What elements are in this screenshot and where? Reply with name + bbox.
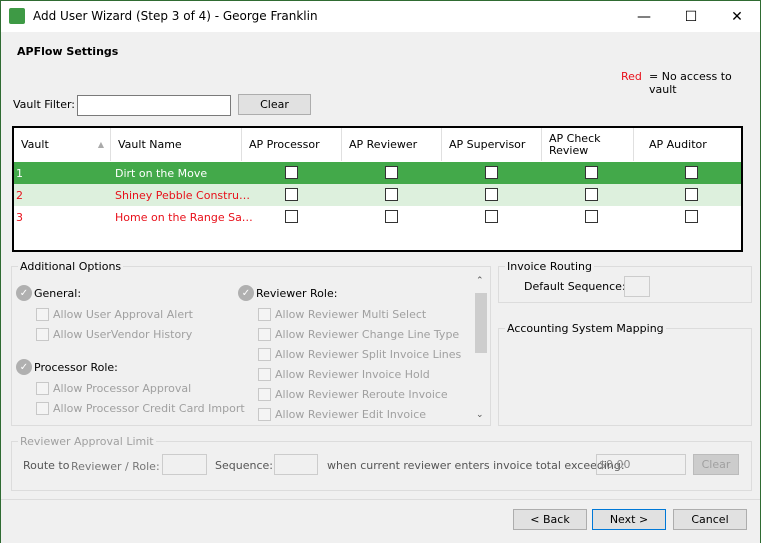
vault-name: Dirt on the Move xyxy=(115,166,208,180)
option-label: Allow Reviewer Split Invoice Lines xyxy=(275,348,462,361)
cancel-button[interactable]: Cancel xyxy=(673,509,747,530)
option-label: Allow Reviewer Multi Select xyxy=(275,308,427,321)
title-bar: Add User Wizard (Step 3 of 4) - George F… xyxy=(1,1,760,32)
option-checkbox[interactable] xyxy=(258,308,271,321)
option-checkbox[interactable] xyxy=(36,308,49,321)
sequence-input[interactable] xyxy=(274,454,318,475)
ap-reviewer-checkbox[interactable] xyxy=(385,210,398,223)
sort-ascending-icon: ▲ xyxy=(97,139,104,149)
option-label: Allow Reviewer Invoice Hold xyxy=(275,368,430,381)
scroll-up-icon[interactable]: ⌃ xyxy=(476,276,484,286)
default-sequence-label: Default Sequence: xyxy=(524,280,626,293)
option-label: Allow Processor Credit Card Import xyxy=(53,402,245,415)
ap-processor-checkbox[interactable] xyxy=(285,188,298,201)
additional-options-title: Additional Options xyxy=(18,260,124,273)
vault-number: 1 xyxy=(16,166,23,180)
option-label: Allow Reviewer Edit Invoice xyxy=(275,408,427,421)
ap-supervisor-checkbox[interactable] xyxy=(485,210,498,223)
next-button[interactable]: Next > xyxy=(592,509,666,530)
vault-name: Shiney Pebble Constru… xyxy=(115,188,250,202)
ap-reviewer-checkbox[interactable] xyxy=(385,188,398,201)
option-checkbox[interactable] xyxy=(258,368,271,381)
close-button[interactable]: ✕ xyxy=(714,1,760,32)
reviewer-approval-limit-group: Reviewer Approval Limit Route to Reviewe… xyxy=(11,435,752,491)
minimize-button[interactable]: — xyxy=(621,1,667,32)
legend-red: Red xyxy=(621,70,642,83)
footer: < Back Next > Cancel xyxy=(1,499,760,543)
default-sequence-input[interactable] xyxy=(624,276,650,297)
scroll-down-icon[interactable]: ⌄ xyxy=(476,410,484,420)
window-title: Add User Wizard (Step 3 of 4) - George F… xyxy=(33,9,318,23)
app-icon xyxy=(9,8,25,24)
processor-check-icon: ✓ xyxy=(16,359,32,375)
ap-processor-checkbox[interactable] xyxy=(285,166,298,179)
options-scrollbar[interactable]: ⌃ ⌄ xyxy=(473,276,488,424)
processor-section-label: Processor Role: xyxy=(34,361,118,374)
when-exceeding-label: when current reviewer enters invoice tot… xyxy=(327,459,625,472)
option-checkbox[interactable] xyxy=(258,348,271,361)
amount-input[interactable]: $0.00 xyxy=(596,454,686,475)
ap-auditor-checkbox[interactable] xyxy=(685,166,698,179)
option-checkbox[interactable] xyxy=(36,328,49,341)
option-label: Allow UserVendor History xyxy=(53,328,193,341)
reviewer-role-label: Reviewer / Role: xyxy=(71,460,160,473)
option-label: Allow Processor Approval xyxy=(53,382,192,395)
column-header-ap-check-review[interactable]: AP Check Review xyxy=(542,128,634,161)
ap-check-review-checkbox[interactable] xyxy=(585,166,598,179)
option-label: Allow User Approval Alert xyxy=(53,308,193,321)
ap-check-review-checkbox[interactable] xyxy=(585,188,598,201)
option-label: Allow Reviewer Change Line Type xyxy=(275,328,460,341)
route-to-label: Route to xyxy=(23,459,70,472)
vault-row[interactable]: 1 Dirt on the Move xyxy=(14,162,741,184)
invoice-routing-title: Invoice Routing xyxy=(505,260,594,273)
vault-name: Home on the Range Sa… xyxy=(115,210,253,224)
ap-supervisor-checkbox[interactable] xyxy=(485,188,498,201)
column-header-ap-reviewer[interactable]: AP Reviewer xyxy=(342,128,442,161)
option-checkbox[interactable] xyxy=(258,328,271,341)
ap-auditor-checkbox[interactable] xyxy=(685,210,698,223)
invoice-routing-group: Invoice Routing Default Sequence: xyxy=(498,260,752,303)
clear-filter-button[interactable]: Clear xyxy=(238,94,311,115)
column-header-ap-supervisor[interactable]: AP Supervisor xyxy=(442,128,542,161)
column-header-ap-auditor[interactable]: AP Auditor xyxy=(642,128,741,161)
vault-row[interactable]: 3 Home on the Range Sa… xyxy=(14,206,741,228)
column-header-vault[interactable]: Vault ▲ xyxy=(14,128,111,161)
sequence-label: Sequence: xyxy=(215,459,273,472)
reviewer-check-icon: ✓ xyxy=(238,285,254,301)
general-check-icon: ✓ xyxy=(16,285,32,301)
ap-supervisor-checkbox[interactable] xyxy=(485,166,498,179)
column-header-ap-processor[interactable]: AP Processor xyxy=(242,128,342,161)
accounting-mapping-group: Accounting System Mapping xyxy=(498,322,752,426)
general-section-label: General: xyxy=(34,287,82,300)
page-title: APFlow Settings xyxy=(17,45,119,58)
ap-auditor-checkbox[interactable] xyxy=(685,188,698,201)
vault-row[interactable]: 2 Shiney Pebble Constru… xyxy=(14,184,741,206)
option-label: Allow Reviewer Reroute Invoice xyxy=(275,388,448,401)
vault-filter-label: Vault Filter: xyxy=(13,98,76,111)
scroll-thumb[interactable] xyxy=(475,293,487,353)
vault-filter-input[interactable] xyxy=(77,95,231,116)
option-checkbox[interactable] xyxy=(258,408,271,421)
column-header-vault-name[interactable]: Vault Name xyxy=(111,128,242,161)
ap-reviewer-checkbox[interactable] xyxy=(385,166,398,179)
maximize-button[interactable]: ☐ xyxy=(668,1,714,32)
limit-clear-button[interactable]: Clear xyxy=(693,454,739,475)
reviewer-role-input[interactable] xyxy=(162,454,207,475)
back-button[interactable]: < Back xyxy=(513,509,587,530)
vault-number: 2 xyxy=(16,188,23,202)
ap-check-review-checkbox[interactable] xyxy=(585,210,598,223)
vault-grid: Vault ▲ Vault Name AP Processor AP Review… xyxy=(12,126,743,252)
approval-limit-title: Reviewer Approval Limit xyxy=(18,435,156,448)
ap-processor-checkbox[interactable] xyxy=(285,210,298,223)
legend-text: = No access to vault xyxy=(649,70,732,96)
accounting-mapping-title: Accounting System Mapping xyxy=(505,322,666,335)
option-checkbox[interactable] xyxy=(36,382,49,395)
option-checkbox[interactable] xyxy=(258,388,271,401)
vault-number: 3 xyxy=(16,210,23,224)
option-checkbox[interactable] xyxy=(36,402,49,415)
reviewer-section-label: Reviewer Role: xyxy=(256,287,338,300)
